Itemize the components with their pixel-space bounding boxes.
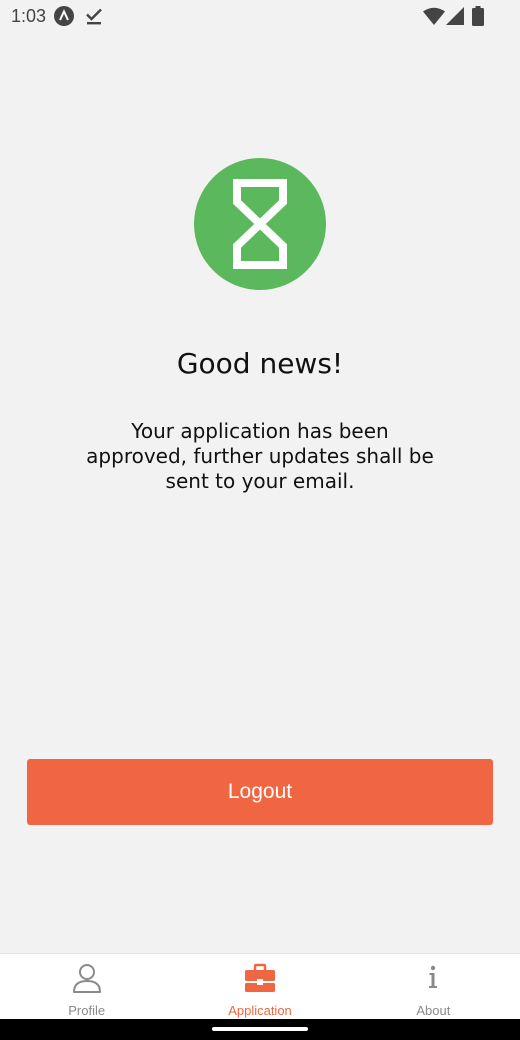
tab-profile[interactable]: Profile [0,954,173,1020]
person-icon [72,964,101,993]
application-status-screen: 1:03 Good news! Your application has bee… [0,0,520,1040]
status-bar: 1:03 [0,0,520,34]
briefcase-icon [244,963,275,992]
status-time: 1:03 [11,6,47,26]
tab-label: Application [228,1003,292,1018]
status-message: Your application has been approved, furt… [86,419,434,493]
wifi-icon [423,7,445,25]
system-navigation-bar [0,1019,520,1040]
cell-signal-icon [446,7,464,25]
tab-label: Profile [68,1003,106,1018]
hourglass-icon [194,158,326,290]
tab-application[interactable]: Application [173,954,346,1020]
bottom-tab-bar: Profile Application About [0,953,520,1020]
tab-label: About [416,1003,451,1018]
page-title: Good news! [176,347,344,380]
home-indicator[interactable] [212,1027,308,1031]
battery-icon [472,6,484,26]
logout-button[interactable]: Logout [27,759,493,825]
app-notification-icon [54,6,74,26]
tab-about[interactable]: About [347,954,520,1020]
download-done-icon [86,8,102,25]
info-icon [429,965,438,988]
